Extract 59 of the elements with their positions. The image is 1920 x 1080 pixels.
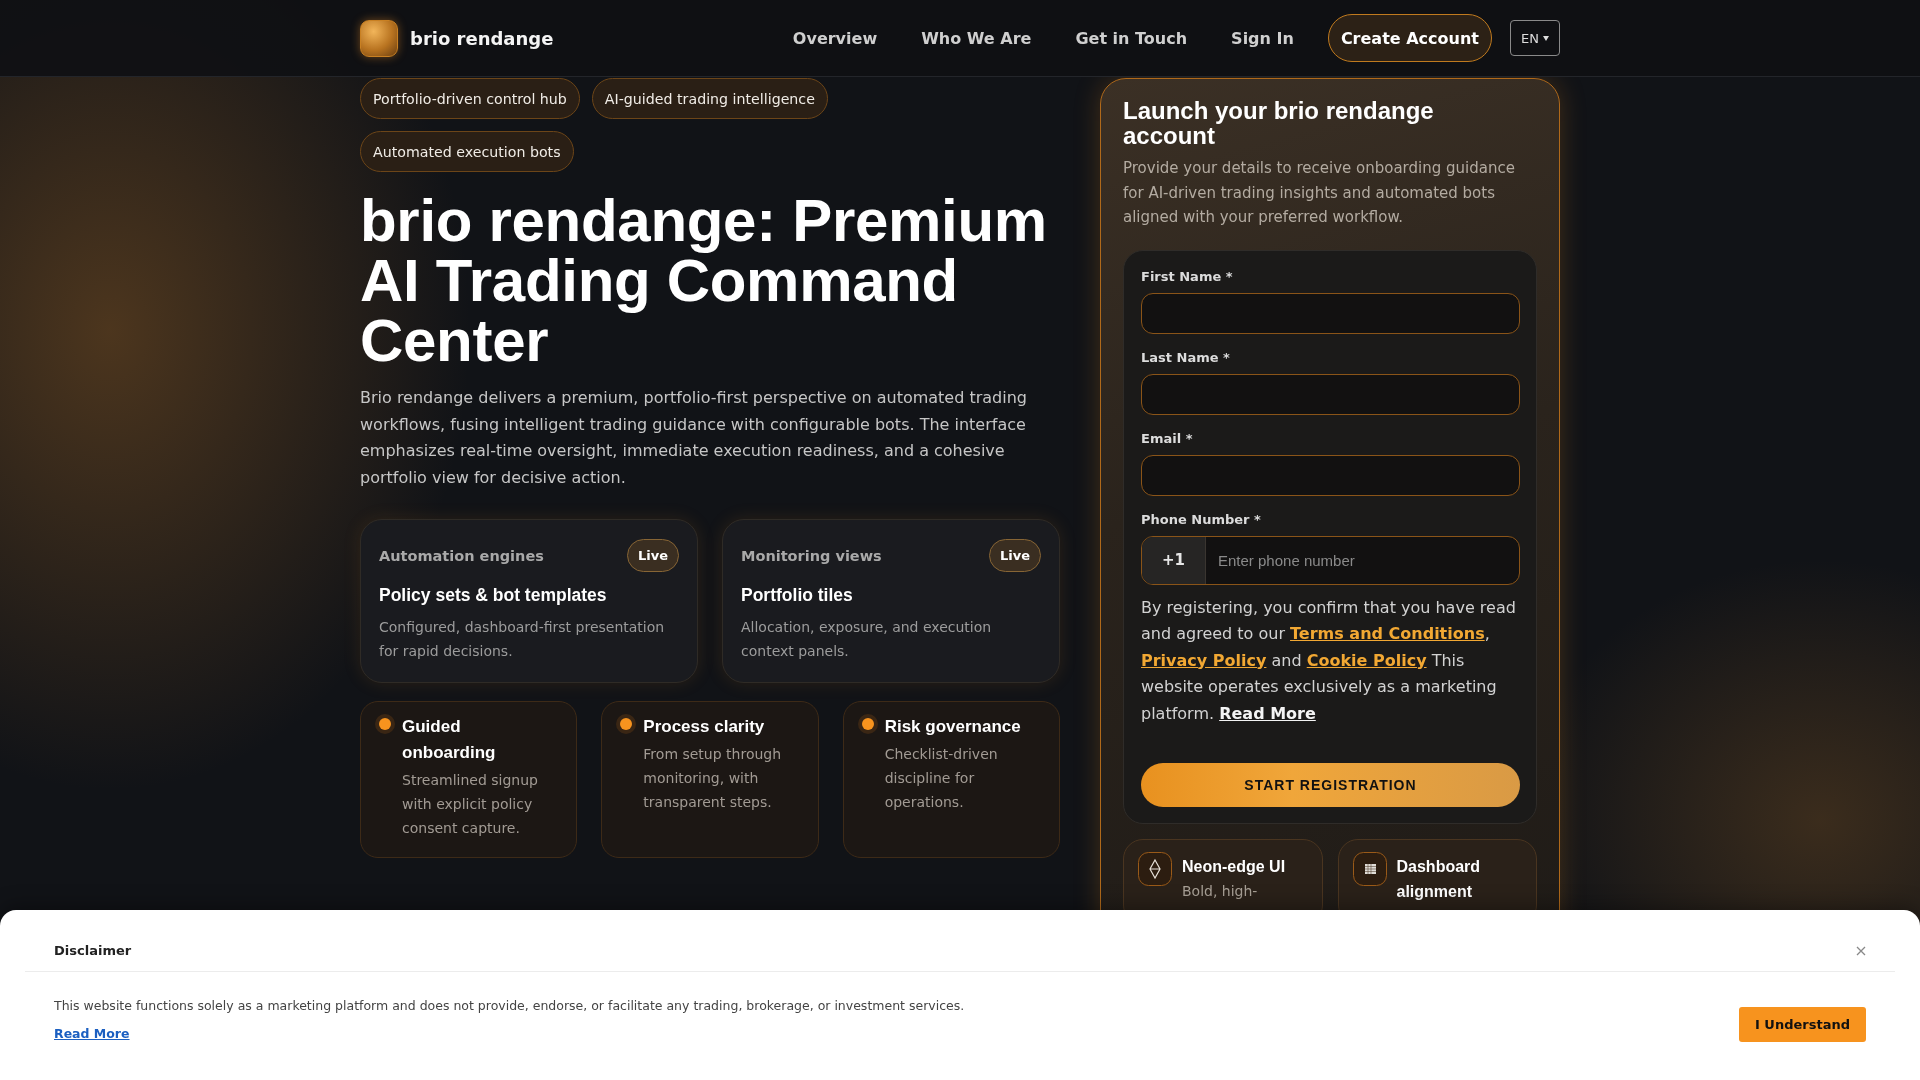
language-button[interactable]: EN — [1510, 20, 1560, 56]
live-badge: Live — [626, 539, 679, 572]
highlight-description: Streamlined signup with explicit policy consent capture. — [402, 771, 539, 838]
tag-chip: AI-guided trading intelligence — [591, 78, 828, 119]
signup-description: Provide your details to receive onboarding guidance for AI-driven trading insights and automated bots aligned with your preferred workflow. — [1123, 158, 1516, 228]
field-label: Email * — [1141, 430, 1194, 447]
nav-link[interactable]: Who We Are — [921, 24, 1032, 52]
read-more-link[interactable]: Read More — [54, 1026, 130, 1041]
card-category: Automation engines — [379, 547, 544, 564]
input-field[interactable] — [1141, 292, 1520, 334]
policy-link[interactable]: Terms and Conditions — [1290, 624, 1485, 643]
dot-icon — [375, 714, 395, 734]
create-account-button[interactable]: Create Account — [1327, 14, 1492, 62]
nav-link[interactable]: Overview — [792, 24, 878, 52]
field-label: Last Name * — [1141, 349, 1231, 366]
perk-title: Dashboard alignment — [1396, 857, 1482, 902]
highlight-title: Process clarity — [643, 716, 766, 738]
input-field[interactable] — [1141, 373, 1520, 415]
perk-title: Neon-edge UI — [1182, 857, 1286, 877]
hero-description: Brio rendange delivers a premium, portfolio-first perspective on automated trading workflows, fusing intelligent trading guidance with configurable bots. The interface emphasizes real-time oversight, immediate execution readiness, and a cohesive portfolio view for decisive action. — [360, 387, 1028, 489]
read-more-link[interactable]: Read More — [1219, 703, 1316, 723]
policy-link[interactable]: Privacy Policy — [1141, 650, 1267, 670]
dot-icon — [616, 714, 637, 734]
grid-icon — [1352, 852, 1387, 886]
brand-name: brio rendange — [410, 27, 554, 49]
highlight-description: From setup through monitoring, with transparent steps. — [643, 745, 783, 812]
policy-link[interactable]: Cookie Policy — [1306, 650, 1427, 670]
card-title: Policy sets & bot templates — [379, 585, 608, 606]
highlight-title: Risk governance — [884, 716, 1022, 738]
field-label: Phone Number * — [1141, 511, 1262, 528]
close-button[interactable] — [1856, 945, 1866, 956]
card-title: Portfolio tiles — [741, 585, 854, 606]
dot-icon — [857, 714, 878, 734]
start-registration-button[interactable]: START REGISTRATION — [1141, 763, 1520, 807]
caret-icon — [1542, 35, 1549, 41]
highlight-title: Guided onboarding — [402, 716, 497, 764]
card-category: Monitoring views — [741, 547, 882, 564]
card-description: Allocation, exposure, and execution context panels. — [741, 618, 993, 661]
card-description: Configured, dashboard-first presentation for rapid decisions. — [379, 618, 666, 661]
tag-chip: Automated execution bots — [360, 131, 574, 172]
consent-text: By registering, you confirm that you have read and agreed to our Terms and Conditions, Privacy Policy and Cookie Policy This website operates exclusively as a marketing platform. Read More — [1141, 596, 1517, 725]
input-field[interactable] — [1141, 454, 1520, 496]
field-label: First Name * — [1141, 268, 1234, 285]
phone-input-field[interactable]: Enter phone number — [1206, 536, 1519, 584]
hero-title: brio rendange: Premium AI Trading Command Center — [360, 191, 1048, 371]
highlight-description: Checklist-driven discipline for operations. — [884, 745, 999, 812]
close-icon — [1856, 945, 1866, 956]
understand-button[interactable]: I Understand — [1739, 1007, 1866, 1042]
nav-link[interactable]: Get in Touch — [1075, 24, 1188, 52]
signup-title: Launch your brio rendange account — [1123, 99, 1435, 148]
phone-field[interactable]: +1 Enter phone number — [1141, 535, 1520, 585]
perk-description: Bold, high- — [1182, 882, 1259, 901]
logo-icon — [360, 19, 398, 57]
live-badge: Live — [988, 539, 1041, 572]
country-code[interactable]: +1 — [1142, 536, 1206, 584]
disclaimer-title: Disclaimer — [54, 943, 132, 958]
nav-link[interactable]: Sign In — [1231, 24, 1294, 52]
disclaimer-text: This website functions solely as a marketing platform and does not provide, endorse, or facilitate any trading, brokerage, or investment services. — [54, 997, 965, 1015]
tag-chip: Portfolio-driven control hub — [360, 78, 580, 119]
